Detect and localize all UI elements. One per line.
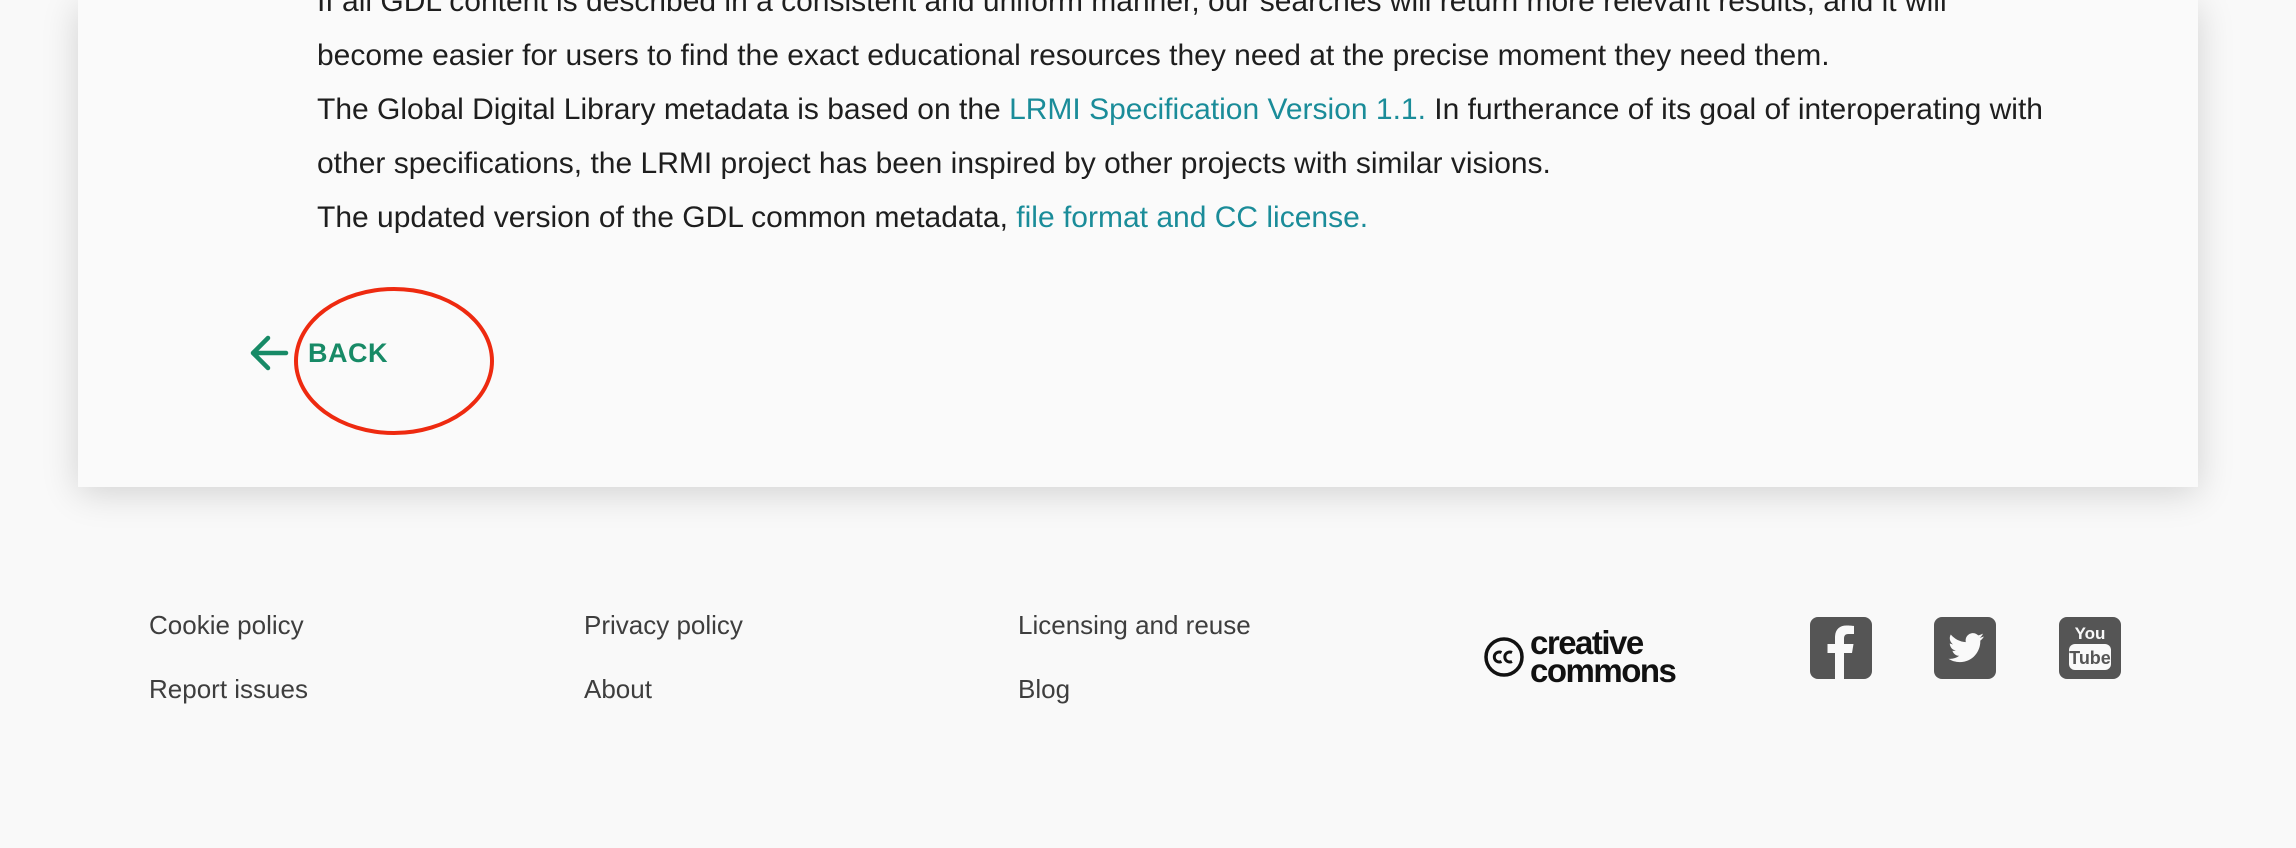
file-format-license-link[interactable]: file format and CC license. — [1016, 201, 1368, 234]
twitter-link[interactable] — [1934, 617, 1996, 679]
twitter-icon — [1948, 633, 1984, 663]
report-issues-link[interactable]: Report issues — [149, 674, 308, 705]
cc-wordmark-line2: commons — [1530, 652, 1677, 689]
content-card: If all GDL content is described in a con… — [78, 0, 2198, 487]
blog-link[interactable]: Blog — [1018, 674, 1070, 705]
privacy-policy-link[interactable]: Privacy policy — [584, 610, 743, 641]
facebook-link[interactable] — [1810, 617, 1872, 679]
arrow-left-icon — [250, 335, 289, 371]
paragraph-lrmi-text-before: The Global Digital Library metadata is b… — [317, 93, 1010, 126]
creative-commons-logo[interactable]: creative commons — [1482, 626, 1677, 689]
facebook-icon — [1827, 625, 1854, 679]
paragraph-consistency: If all GDL content is described in a con… — [317, 0, 1947, 72]
back-label: BACK — [308, 337, 388, 368]
cc-icon — [1484, 637, 1524, 677]
paragraph-lrmi: The Global Digital Library metadata is b… — [317, 83, 2057, 191]
paragraph-updated-text: The updated version of the GDL common me… — [317, 201, 1017, 234]
article-content: If all GDL content is described in a con… — [317, 0, 2057, 245]
paragraph-updated-version: The updated version of the GDL common me… — [317, 191, 2057, 245]
svg-text:Tube: Tube — [2069, 648, 2111, 668]
about-link[interactable]: About — [584, 674, 652, 705]
licensing-reuse-link[interactable]: Licensing and reuse — [1018, 610, 1251, 641]
svg-text:You: You — [2075, 624, 2106, 643]
cc-wordmark: creative commons — [1530, 626, 1677, 689]
lrmi-specification-link[interactable]: LRMI Specification Version 1.1. — [1009, 93, 1426, 126]
youtube-link[interactable]: You Tube — [2059, 617, 2121, 679]
youtube-icon: You Tube — [2069, 624, 2111, 670]
footer-links: Cookie policy Report issues Privacy poli… — [149, 604, 1449, 744]
cookie-policy-link[interactable]: Cookie policy — [149, 610, 304, 641]
back-button[interactable]: BACK — [248, 332, 388, 374]
